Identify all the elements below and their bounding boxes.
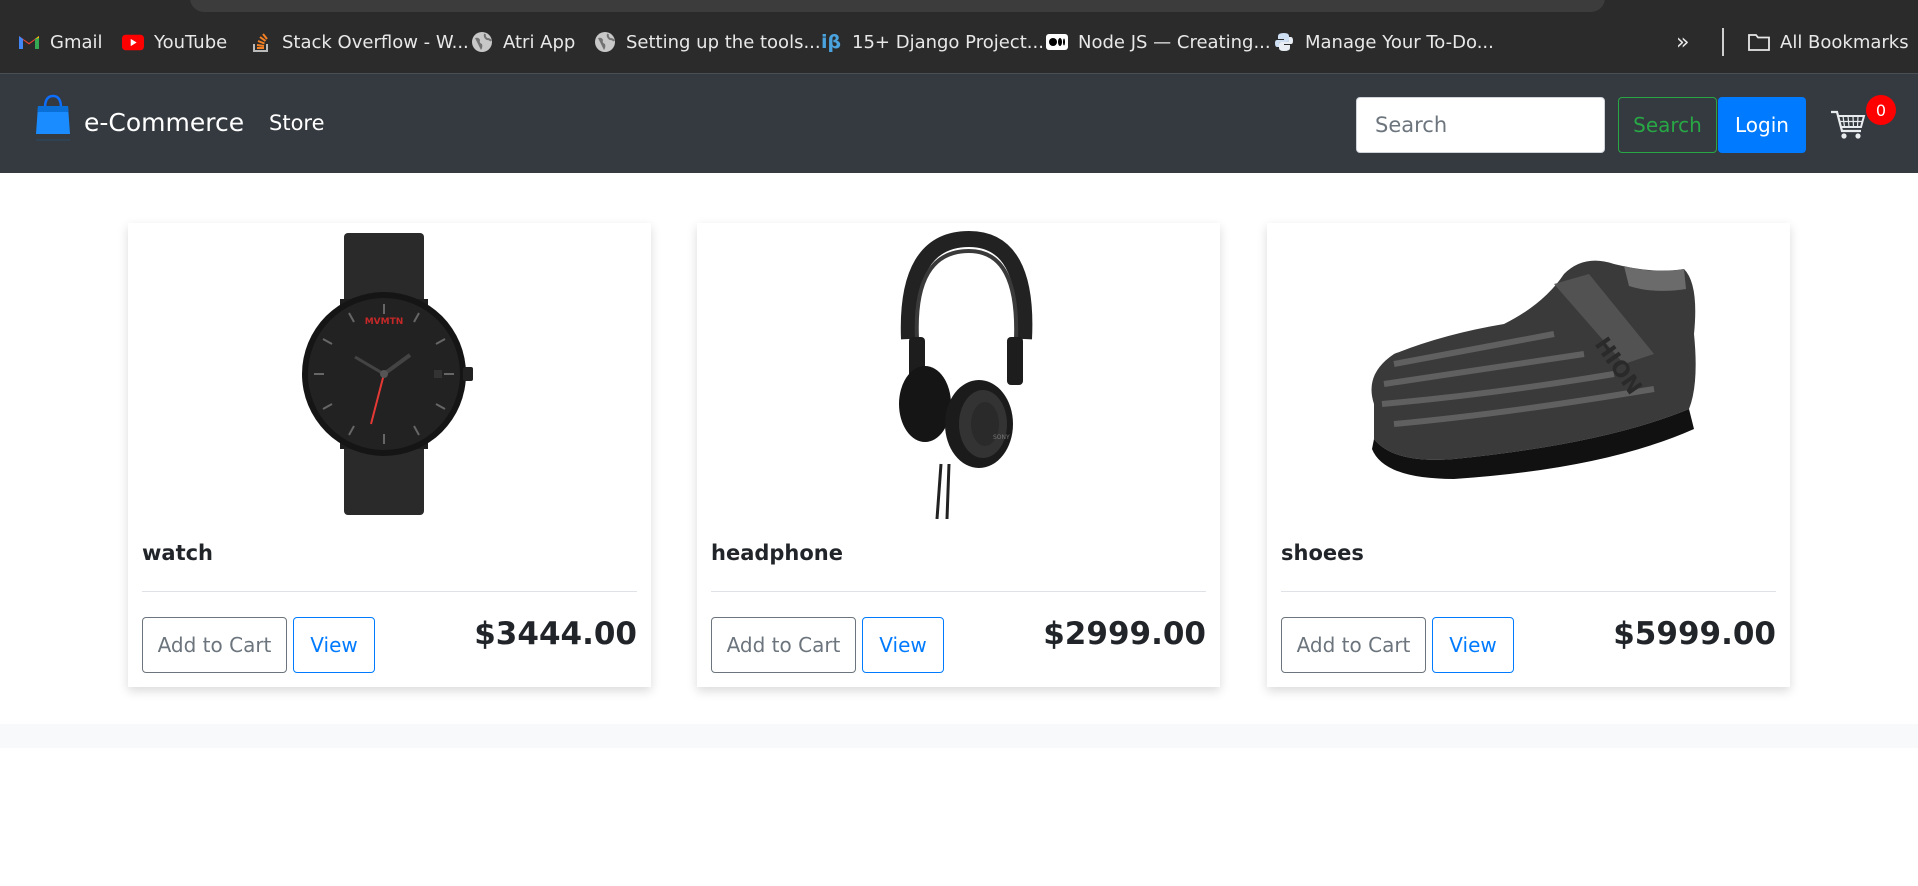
product-price: $5999.00 <box>1613 616 1776 652</box>
all-bookmarks-label: All Bookmarks <box>1780 31 1909 53</box>
login-button[interactable]: Login <box>1718 97 1806 153</box>
youtube-icon <box>122 31 144 53</box>
bookmark-label: Atri App <box>503 31 576 53</box>
bookmark-label: Gmail <box>50 31 103 53</box>
address-bar-edge <box>190 0 1605 12</box>
cart-count-badge: 0 <box>1866 95 1896 125</box>
globe-icon <box>471 31 493 53</box>
add-to-cart-button[interactable]: Add to Cart <box>1281 617 1426 673</box>
view-button[interactable]: View <box>862 617 944 673</box>
bookmark-label: Manage Your To-Do... <box>1305 31 1494 53</box>
product-title: watch <box>142 541 214 565</box>
product-image-shoes[interactable]: HION <box>1267 223 1790 525</box>
folder-icon <box>1748 31 1770 53</box>
python-icon <box>1273 31 1295 53</box>
bookmark-setting-up-tools[interactable]: Setting up the tools... <box>594 28 821 56</box>
bookmarks-bar: Gmail YouTube Stack Overflow - W... Atri… <box>0 0 1918 73</box>
product-price: $3444.00 <box>474 616 637 652</box>
navbar: e-Commerce Store Search Login 0 <box>0 73 1918 173</box>
brand-link[interactable]: e-Commerce <box>34 92 244 152</box>
bookmark-django-projects[interactable]: iβ 15+ Django Project... <box>820 28 1044 56</box>
bookmark-node-js[interactable]: Node JS — Creating... <box>1046 28 1271 56</box>
nav-store-link[interactable]: Store <box>269 111 325 135</box>
product-image-watch[interactable]: MVMTN <box>128 223 651 525</box>
search-button[interactable]: Search <box>1618 97 1717 153</box>
product-card: SONY headphone Add to Cart View $2999.00 <box>697 223 1220 687</box>
gmail-icon <box>18 31 40 53</box>
view-button[interactable]: View <box>293 617 375 673</box>
svg-text:SONY: SONY <box>993 434 1010 441</box>
bookmark-label: 15+ Django Project... <box>852 31 1044 53</box>
bookmark-todo[interactable]: Manage Your To-Do... <box>1273 28 1494 56</box>
ib-icon: iβ <box>820 31 842 53</box>
shopping-bag-icon <box>34 92 72 152</box>
bookmark-label: Node JS — Creating... <box>1078 31 1271 53</box>
view-button[interactable]: View <box>1432 617 1514 673</box>
bookmark-label: Stack Overflow - W... <box>282 31 469 53</box>
bookmark-label: Setting up the tools... <box>626 31 821 53</box>
product-title: shoees <box>1281 541 1364 565</box>
footer <box>0 724 1918 748</box>
chevron-double-right-icon: » <box>1676 29 1690 55</box>
bookmark-label: YouTube <box>154 31 228 53</box>
product-price: $2999.00 <box>1043 616 1206 652</box>
stackoverflow-icon <box>250 31 272 53</box>
more-bookmarks-button[interactable]: » <box>1676 28 1689 56</box>
product-card: MVMTN watch Add to Cart View $3444.00 <box>128 223 651 687</box>
card-divider <box>1281 591 1776 592</box>
product-card: HION shoees Add to Cart View $5999.00 <box>1267 223 1790 687</box>
card-divider <box>142 591 637 592</box>
bookmark-atri-app[interactable]: Atri App <box>471 28 575 56</box>
bookmark-stackoverflow[interactable]: Stack Overflow - W... <box>250 28 469 56</box>
bookmark-gmail[interactable]: Gmail <box>18 28 103 56</box>
search-input[interactable] <box>1356 97 1605 153</box>
cart-icon <box>1828 110 1868 148</box>
product-image-headphone[interactable]: SONY <box>697 223 1220 525</box>
globe-icon <box>594 31 616 53</box>
cart-button[interactable] <box>1828 104 1868 144</box>
bookmark-youtube[interactable]: YouTube <box>122 28 227 56</box>
card-divider <box>711 591 1206 592</box>
bookmarks-divider <box>1722 28 1724 56</box>
add-to-cart-button[interactable]: Add to Cart <box>142 617 287 673</box>
svg-text:MVMTN: MVMTN <box>364 317 403 327</box>
add-to-cart-button[interactable]: Add to Cart <box>711 617 856 673</box>
medium-icon <box>1046 31 1068 53</box>
brand-name: e-Commerce <box>84 107 245 137</box>
product-title: headphone <box>711 541 843 565</box>
all-bookmarks-button[interactable]: All Bookmarks <box>1748 28 1909 56</box>
